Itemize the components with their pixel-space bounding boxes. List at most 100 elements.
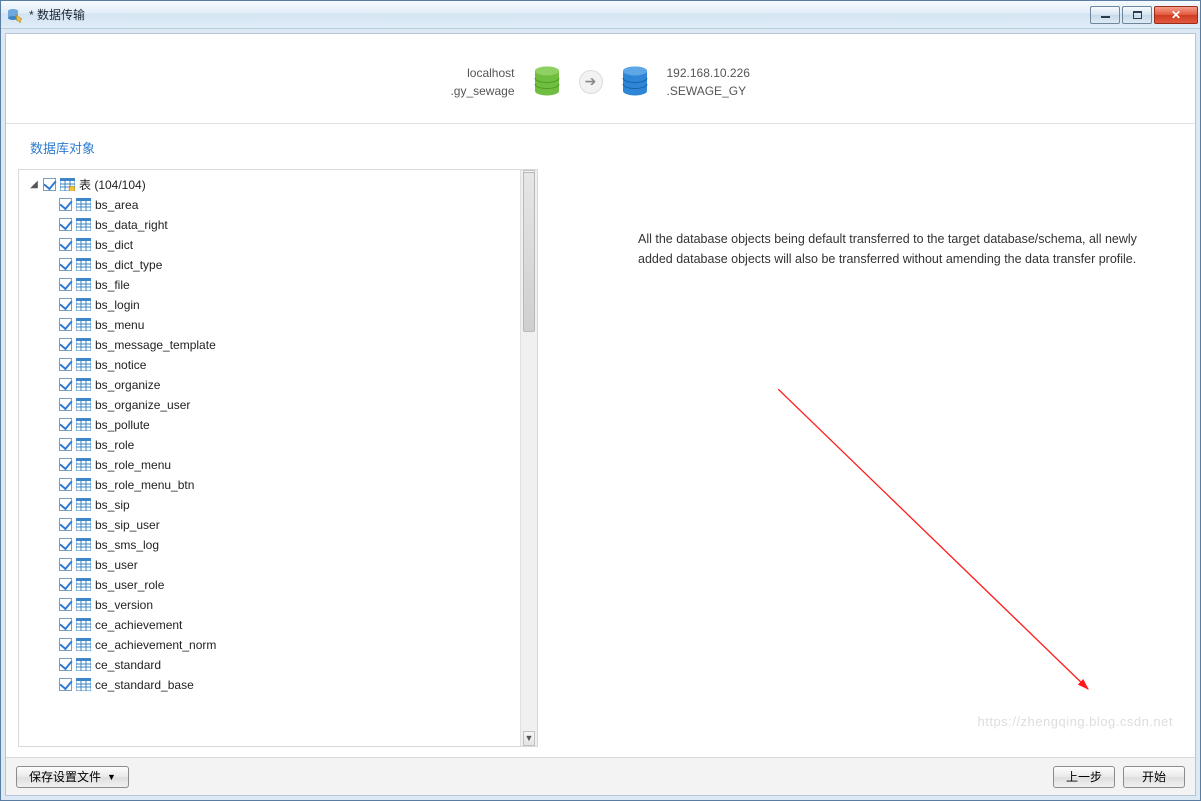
info-pane: All the database objects being default t… (538, 169, 1183, 747)
table-row[interactable]: bs_user_role (59, 575, 520, 594)
table-row[interactable]: bs_message_template (59, 335, 520, 354)
table-icon (76, 358, 91, 371)
table-name: bs_area (95, 198, 138, 212)
item-checkbox[interactable] (59, 458, 72, 471)
table-row[interactable]: bs_role_menu_btn (59, 475, 520, 494)
table-row[interactable]: ce_standard_base (59, 675, 520, 694)
table-row[interactable]: ce_achievement_norm (59, 635, 520, 654)
table-row[interactable]: bs_menu (59, 315, 520, 334)
tree-scroll[interactable]: ◢ (19, 170, 520, 746)
item-checkbox[interactable] (59, 638, 72, 651)
table-name: bs_dict_type (95, 258, 162, 272)
table-icon (76, 218, 91, 231)
start-button[interactable]: 开始 (1123, 766, 1185, 788)
info-text: All the database objects being default t… (638, 229, 1165, 269)
scroll-down-icon[interactable]: ▼ (523, 731, 535, 746)
table-row[interactable]: bs_role_menu (59, 455, 520, 474)
item-checkbox[interactable] (59, 258, 72, 271)
table-icon (76, 618, 91, 631)
item-checkbox[interactable] (59, 298, 72, 311)
table-icon (76, 558, 91, 571)
item-checkbox[interactable] (59, 598, 72, 611)
table-row[interactable]: bs_notice (59, 355, 520, 374)
table-row[interactable]: bs_pollute (59, 415, 520, 434)
table-icon (76, 418, 91, 431)
item-checkbox[interactable] (59, 418, 72, 431)
table-icon (76, 678, 91, 691)
item-checkbox[interactable] (59, 338, 72, 351)
prev-label: 上一步 (1066, 768, 1102, 785)
prev-button[interactable]: 上一步 (1053, 766, 1115, 788)
item-checkbox[interactable] (59, 318, 72, 331)
table-name: bs_sms_log (95, 538, 159, 552)
item-checkbox[interactable] (59, 558, 72, 571)
table-row[interactable]: ce_achievement (59, 615, 520, 634)
table-icon (76, 438, 91, 451)
table-icon (76, 338, 91, 351)
table-name: bs_sip (95, 498, 130, 512)
table-row[interactable]: bs_login (59, 295, 520, 314)
table-row[interactable]: bs_file (59, 275, 520, 294)
item-checkbox[interactable] (59, 238, 72, 251)
minimize-button[interactable] (1090, 6, 1120, 24)
item-checkbox[interactable] (59, 658, 72, 671)
table-icon (76, 538, 91, 551)
table-row[interactable]: bs_dict_type (59, 255, 520, 274)
item-checkbox[interactable] (59, 398, 72, 411)
table-row[interactable]: bs_user (59, 555, 520, 574)
database-green-icon (533, 66, 561, 98)
tree-root[interactable]: ◢ (29, 176, 520, 193)
item-checkbox[interactable] (59, 618, 72, 631)
client-area: localhost .gy_sewage ➔ (5, 33, 1196, 796)
item-checkbox[interactable] (59, 498, 72, 511)
tree-root-label: 表 (104/104) (79, 176, 146, 193)
save-profile-button[interactable]: 保存设置文件 ▼ (16, 766, 129, 788)
root-checkbox[interactable] (43, 178, 56, 191)
window-controls: ✕ (1088, 6, 1198, 24)
item-checkbox[interactable] (59, 578, 72, 591)
item-checkbox[interactable] (59, 378, 72, 391)
item-checkbox[interactable] (59, 198, 72, 211)
table-row[interactable]: bs_role (59, 435, 520, 454)
item-checkbox[interactable] (59, 678, 72, 691)
table-icon (76, 498, 91, 511)
item-checkbox[interactable] (59, 518, 72, 531)
item-checkbox[interactable] (59, 538, 72, 551)
item-checkbox[interactable] (59, 358, 72, 371)
table-icon (76, 198, 91, 211)
item-checkbox[interactable] (59, 438, 72, 451)
table-row[interactable]: bs_sms_log (59, 535, 520, 554)
table-icon (76, 298, 91, 311)
table-row[interactable]: bs_organize_user (59, 395, 520, 414)
item-checkbox[interactable] (59, 278, 72, 291)
watermark: https://zhengqing.blog.csdn.net (978, 712, 1173, 733)
dropdown-icon: ▼ (107, 772, 116, 782)
target-label: 192.168.10.226 .SEWAGE_GY (667, 64, 807, 100)
table-row[interactable]: bs_area (59, 195, 520, 214)
table-row[interactable]: bs_organize (59, 375, 520, 394)
table-icon (76, 398, 91, 411)
table-row[interactable]: bs_data_right (59, 215, 520, 234)
start-label: 开始 (1142, 768, 1166, 785)
table-icon (76, 458, 91, 471)
table-icon (76, 378, 91, 391)
table-row[interactable]: bs_sip_user (59, 515, 520, 534)
close-button[interactable]: ✕ (1154, 6, 1198, 24)
table-row[interactable]: bs_dict (59, 235, 520, 254)
scrollbar[interactable]: ▲ ▼ (520, 170, 537, 746)
titlebar: * 数据传输 ✕ (1, 1, 1200, 29)
main-row: ◢ (6, 163, 1195, 757)
item-checkbox[interactable] (59, 218, 72, 231)
arrow-right-icon: ➔ (579, 70, 603, 94)
tree-collapse-icon[interactable]: ◢ (29, 179, 39, 190)
table-row[interactable]: ce_standard (59, 655, 520, 674)
maximize-button[interactable] (1122, 6, 1152, 24)
item-checkbox[interactable] (59, 478, 72, 491)
table-row[interactable]: bs_version (59, 595, 520, 614)
object-tree-pane: ◢ (18, 169, 538, 747)
scroll-thumb[interactable] (523, 172, 535, 332)
annotation-arrow (778, 389, 1108, 709)
source-host: localhost (395, 64, 515, 82)
table-row[interactable]: bs_sip (59, 495, 520, 514)
table-icon (76, 238, 91, 251)
